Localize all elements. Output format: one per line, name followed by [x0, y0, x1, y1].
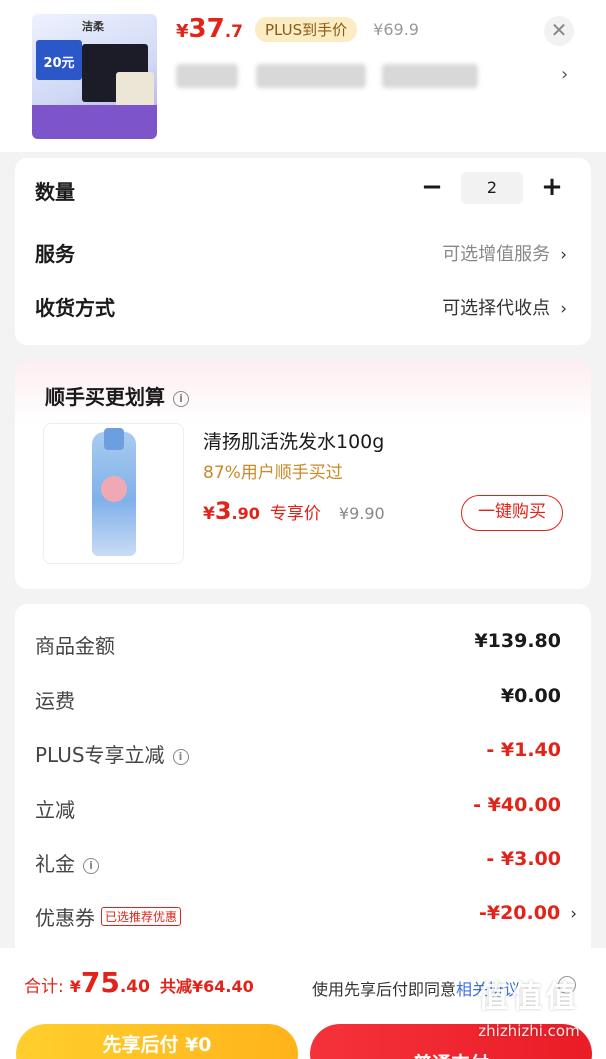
fee-label: 礼金	[35, 852, 75, 876]
fee-label: 运费	[35, 689, 75, 713]
service-hint: 可选增值服务	[442, 244, 551, 265]
pay-later-button[interactable]: 先享后付 ¥0	[16, 1024, 298, 1059]
watermark-logo: 值值值	[478, 980, 580, 1015]
recommend-price-integer: 3	[214, 497, 232, 525]
close-icon[interactable]: ✕	[544, 16, 574, 46]
chevron-right-icon: ›	[560, 245, 567, 265]
recommend-note: 87%用户顺手买过	[203, 463, 343, 483]
fee-value: - ¥40.00	[473, 794, 561, 816]
recommend-product-name[interactable]: 清扬肌活洗发水100g	[203, 427, 384, 454]
original-price: ¥69.9	[373, 19, 419, 39]
recommend-title: 顺手买更划算 i	[45, 381, 189, 410]
info-icon[interactable]: i	[173, 391, 189, 407]
coupon-text: 20元	[43, 56, 75, 71]
quantity-label: 数量	[35, 180, 75, 204]
price-currency: ¥	[176, 21, 189, 42]
exclusive-price-tag: 专享价	[269, 504, 321, 524]
fee-label-with-info: PLUS专享立减 i	[35, 739, 189, 768]
blurred-spec-text	[256, 64, 366, 88]
one-click-buy-button[interactable]: 一键购买	[461, 495, 563, 531]
total-integer: 75	[80, 966, 120, 999]
quantity-stepper: − 2 +	[417, 172, 567, 204]
minus-button[interactable]: −	[417, 173, 447, 203]
fee-row-shipping: 运费 ¥0.00	[35, 685, 571, 715]
agreement-prefix: 使用先享后付即同意	[312, 980, 457, 999]
chevron-right-icon[interactable]: ›	[561, 64, 568, 85]
fee-value: -¥20.00	[478, 902, 561, 924]
bottle-cap	[104, 428, 124, 450]
recommend-original-price: ¥9.90	[338, 504, 385, 523]
recommend-price-currency: ¥	[203, 504, 215, 524]
add-on-recommendation-card: 顺手买更划算 i 清扬肌活洗发水100g 87%用户顺手买过 ¥ 3 .90 专享…	[15, 361, 591, 589]
fee-row-goods: 商品金额 ¥139.80	[35, 630, 571, 660]
blurred-spec-text	[382, 64, 478, 88]
plus-button[interactable]: +	[537, 173, 567, 203]
recommend-product-image[interactable]	[43, 423, 184, 564]
fee-value: - ¥3.00	[486, 848, 561, 870]
service-label: 服务	[35, 242, 75, 266]
delivery-label: 收货方式	[35, 296, 115, 320]
site-watermark: 值值值 zhizhizhi.com	[454, 972, 604, 1057]
price-breakdown-card: 商品金额 ¥139.80 运费 ¥0.00 PLUS专享立减 i - ¥1.40 …	[15, 604, 591, 964]
fee-label: 立减	[35, 798, 75, 822]
price-integer: 37	[188, 14, 225, 44]
total-decimal: .40	[119, 977, 150, 997]
fee-value: - ¥1.40	[486, 739, 561, 761]
bottle-flower	[101, 476, 127, 502]
info-icon[interactable]: i	[172, 749, 189, 765]
total-saving: 共减¥64.40	[159, 977, 254, 996]
recommended-coupon-tag: 已选推荐优惠	[101, 907, 182, 926]
shampoo-bottle-image	[92, 428, 136, 556]
quantity-field[interactable]: 2	[461, 172, 523, 204]
delivery-hint: 可选择代收点	[442, 298, 551, 319]
product-spec-selector[interactable]	[176, 58, 566, 94]
delivery-selector[interactable]: 可选择代收点 ›	[442, 294, 567, 320]
product-brand: 洁柔	[82, 20, 104, 33]
watermark-url: zhizhizhi.com	[478, 1022, 580, 1040]
total-summary: 合计: ¥ 75 .40 共减¥64.40	[24, 966, 254, 999]
plus-price-tag: PLUS到手价	[255, 16, 358, 42]
price-decimal: .7	[224, 22, 244, 42]
fee-label: 优惠券	[35, 906, 95, 930]
fee-value: ¥0.00	[500, 685, 561, 707]
service-selector[interactable]: 可选增值服务 ›	[442, 240, 567, 266]
fee-row-coupon[interactable]: 优惠券 已选推荐优惠 -¥20.00 ›	[35, 902, 577, 932]
product-thumbnail[interactable]: 洁柔 20元	[32, 14, 157, 139]
total-currency: ¥	[69, 977, 81, 996]
coupon-value: -¥20.00 ›	[479, 902, 577, 924]
order-options-card: 数量 − 2 + 服务 可选增值服务 › 收货方式 可选择代收点 ›	[15, 158, 591, 345]
product-header: 洁柔 20元 ¥ 37 .7 PLUS到手价 ¥69.9 ✕ ›	[0, 0, 606, 152]
fee-row-instant-discount: 立减 - ¥40.00	[35, 794, 571, 824]
fee-row-plus-discount: PLUS专享立减 i - ¥1.40	[35, 739, 571, 769]
coupon-ribbon: 20元	[36, 40, 82, 80]
product-price-row: ¥ 37 .7 PLUS到手价 ¥69.9	[176, 14, 419, 44]
fee-label-with-info: 礼金 i	[35, 848, 99, 877]
fee-label: 商品金额	[35, 634, 115, 658]
recommend-price-decimal: .90	[231, 504, 260, 523]
recommend-price-row: ¥ 3 .90 专享价 ¥9.90	[203, 497, 385, 525]
chevron-right-icon: ›	[560, 299, 567, 319]
fee-value: ¥139.80	[474, 630, 561, 652]
fee-label: PLUS专享立减	[35, 743, 165, 767]
blurred-spec-text	[176, 64, 238, 88]
fee-label-with-tag: 优惠券 已选推荐优惠	[35, 902, 182, 931]
recommend-title-text: 顺手买更划算	[45, 385, 165, 409]
chevron-right-icon: ›	[570, 904, 577, 924]
thumbnail-base	[32, 105, 157, 139]
total-label: 合计:	[24, 977, 64, 997]
fee-row-gift-money: 礼金 i - ¥3.00	[35, 848, 571, 878]
info-icon[interactable]: i	[83, 858, 99, 874]
